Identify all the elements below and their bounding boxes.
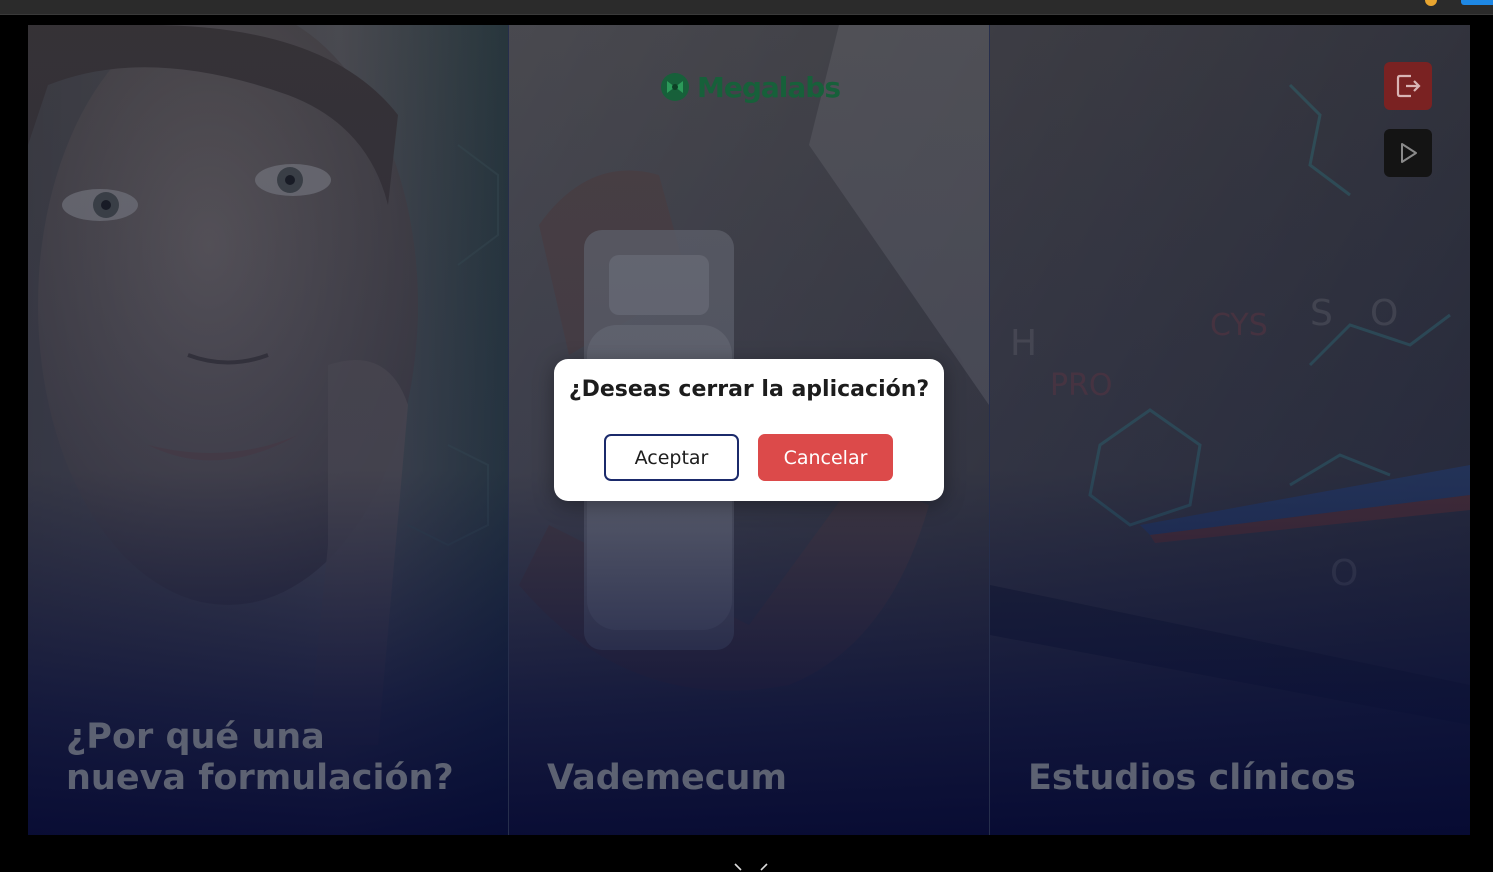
confirm-exit-dialog: ¿Deseas cerrar la aplicación? Aceptar Ca… <box>554 359 944 501</box>
accept-button[interactable]: Aceptar <box>604 434 739 481</box>
cancel-button[interactable]: Cancelar <box>758 434 893 481</box>
dialog-question: ¿Deseas cerrar la aplicación? <box>568 377 930 402</box>
dialog-overlay: ¿Deseas cerrar la aplicación? Aceptar Ca… <box>0 0 1493 871</box>
chevron-icon[interactable] <box>733 858 769 872</box>
